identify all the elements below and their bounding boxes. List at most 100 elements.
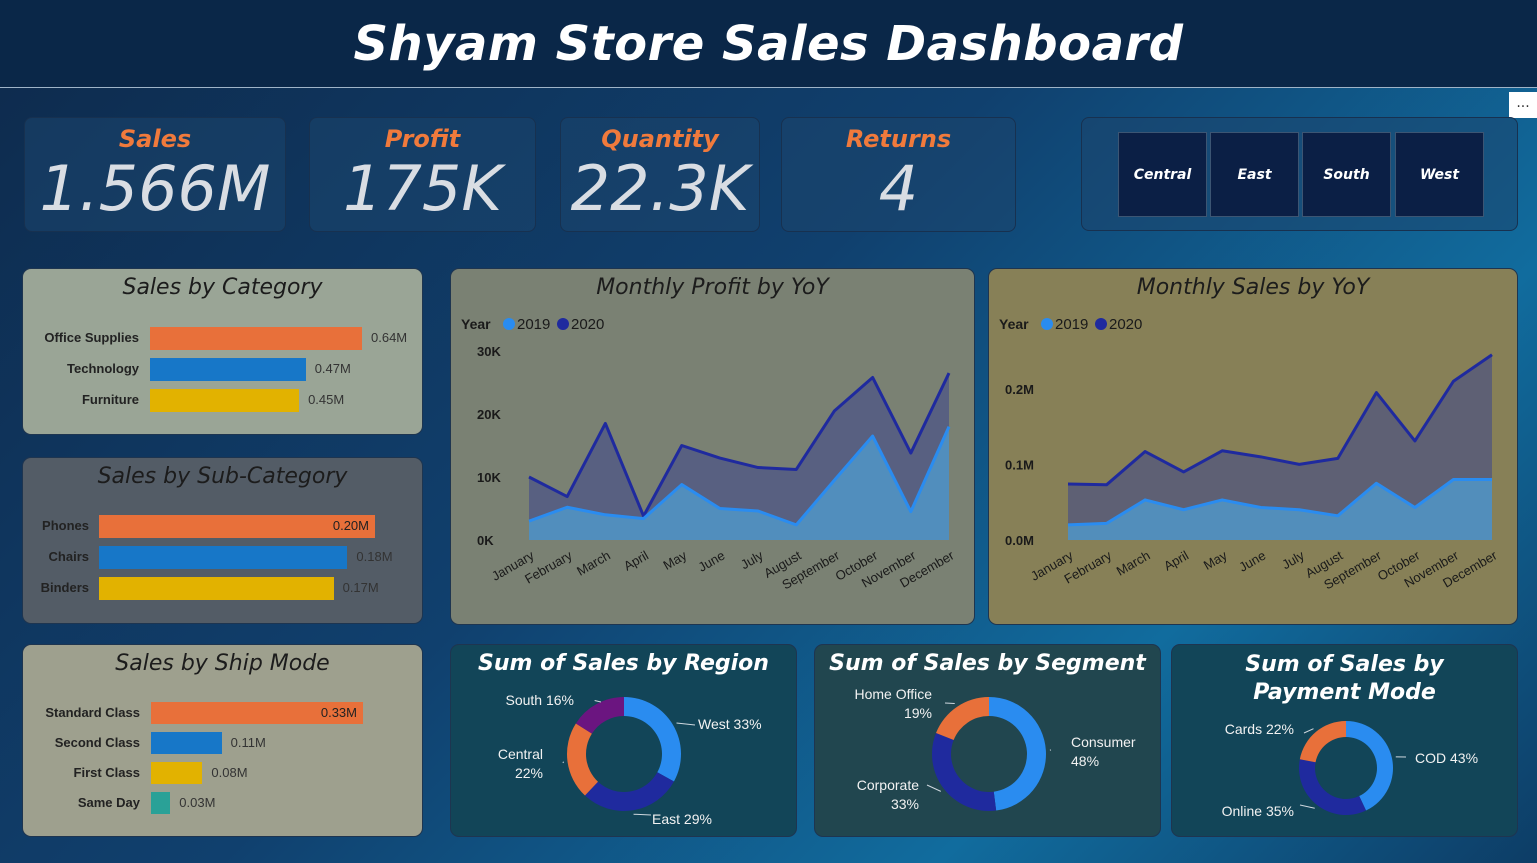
sales-by-segment-panel: Sum of Sales by Segment Consumer 48% Corpo… <box>814 644 1161 837</box>
y-tick-label: 0.0M <box>1005 533 1034 548</box>
y-tick-label: 0.2M <box>1005 382 1034 397</box>
monthly-sales-area-chart: Year 2019 20200.0M0.1M0.2MJanuaryFebruary M… <box>999 316 1500 592</box>
kpi-card-sales: Sales 1.566M <box>24 117 286 232</box>
donut-slice-label: Corporate <box>857 777 919 793</box>
kpi-label: Sales <box>118 125 192 153</box>
donut-slice-label: Central <box>498 746 543 762</box>
kpi-card-returns: Returns 4 <box>781 117 1016 232</box>
legend-marker <box>1041 318 1053 330</box>
leader-line <box>676 722 696 726</box>
donut-slice-central <box>567 723 598 796</box>
bar[interactable] <box>150 327 362 350</box>
bar-category-label: Standard Class <box>45 705 140 720</box>
bar[interactable] <box>99 577 334 600</box>
bar-value-label: 0.45M <box>308 392 345 407</box>
donut-slice-west <box>624 697 681 782</box>
legend-marker <box>1095 318 1107 330</box>
monthly-sales-panel: Monthly Sales by YoY Year 2019 2020 0.0M 0.1… <box>988 268 1518 625</box>
monthly-profit-area-chart: Year 2019 20200K10K20K30KJanuaryFebruary Ma… <box>461 316 957 592</box>
legend-item-label: 2019 <box>517 316 550 333</box>
y-tick-label: 30K <box>477 344 501 359</box>
x-tick-label: May <box>1201 547 1230 573</box>
donut-slice-label: 33% <box>891 796 919 812</box>
legend-item-label: 2020 <box>571 316 604 333</box>
legend-title: Year <box>999 316 1029 332</box>
monthly-profit-panel: Monthly Profit by YoY Year 2019 2020 0K 10K 2… <box>450 268 975 625</box>
slicer-button-west[interactable]: West <box>1395 132 1484 217</box>
bar-value-label: 0.11M <box>230 735 266 750</box>
dashboard-title: Shyam Store Sales Dashboard <box>353 15 1184 72</box>
bar-category-label: Chairs <box>48 549 89 564</box>
donut-slice-label: West 33% <box>698 716 762 732</box>
x-tick-label: June <box>1236 548 1268 575</box>
donut-slice-corporate <box>932 733 997 811</box>
kpi-label: Quantity <box>601 125 719 153</box>
y-tick-label: 10K <box>477 470 501 485</box>
bar-category-label: Binders <box>40 580 89 595</box>
legend-marker <box>557 318 569 330</box>
bar-value-label: 0.47M <box>314 361 351 376</box>
x-tick-label: April <box>621 548 651 574</box>
sales-by-subcategory-panel: Sales by Sub-Category Phones 0.20M Chairs 0… <box>22 457 423 624</box>
bar-category-label: Second Class <box>54 735 140 750</box>
donut-slice-label: Cards 22% <box>1225 721 1294 737</box>
donut-slice-cards <box>1299 721 1346 763</box>
panel-title: Sales by Ship Mode <box>115 651 330 676</box>
kpi-card-quantity: Quantity 22.3K <box>560 117 760 232</box>
kpi-label: Profit <box>384 125 461 153</box>
donut-slice-label: 19% <box>904 705 932 721</box>
bar-category-label: First Class <box>73 765 140 780</box>
bar-category-label: Office Supplies <box>44 330 139 345</box>
donut-slice-home-office <box>936 697 989 741</box>
donut-slice-label: Home Office <box>854 686 932 702</box>
kpi-value: 1.566M <box>39 152 271 225</box>
bar[interactable] <box>150 389 300 412</box>
bar-value-label: 0.20M <box>332 518 369 533</box>
leader-line <box>633 813 652 816</box>
sales-by-category-panel: Sales by Category Office Supplies 0.64M Te… <box>22 268 423 435</box>
bar[interactable] <box>151 762 203 784</box>
legend-title: Year <box>461 316 491 332</box>
bar-value-label: 0.18M <box>356 549 393 564</box>
donut-slice-label: Online 35% <box>1222 803 1294 819</box>
bar[interactable] <box>99 546 348 569</box>
donut-slice-label: Consumer <box>1071 734 1136 750</box>
kpi-label: Returns <box>845 125 952 153</box>
sales-by-ship-mode-panel: Sales by Ship Mode Standard Class 0.33M Se… <box>22 644 423 837</box>
bar-value-label: 0.08M <box>211 765 248 780</box>
donut-slice-label: 48% <box>1071 753 1099 769</box>
dashboard-header: Shyam Store Sales Dashboard <box>0 0 1537 88</box>
legend-item-label: 2020 <box>1109 316 1142 333</box>
panel-title: Sales by Category <box>122 275 323 300</box>
slicer-button-central[interactable]: Central <box>1118 132 1207 217</box>
donut-slice-label: South 16% <box>506 692 575 708</box>
y-tick-label: 20K <box>477 407 501 422</box>
leader-line <box>1299 804 1315 809</box>
bar[interactable] <box>151 732 222 754</box>
payment-donut-chart: COD 43% Online 35% Cards 22% <box>1222 721 1478 819</box>
y-tick-label: 0K <box>477 533 494 548</box>
bar-category-label: Technology <box>67 361 139 376</box>
leader-line <box>594 700 602 703</box>
slicer-button-south[interactable]: South <box>1302 132 1391 217</box>
bar-category-label: Furniture <box>81 392 139 407</box>
donut-slice-label: East 29% <box>652 811 712 827</box>
legend-item-label: 2019 <box>1055 316 1088 333</box>
kpi-card-profit: Profit 175K <box>309 117 536 232</box>
bar-value-label: 0.64M <box>371 330 408 345</box>
bar[interactable] <box>151 792 171 814</box>
donut-slice-label: 22% <box>515 765 543 781</box>
donut-slice-east <box>584 772 674 811</box>
sales-by-payment-panel: Sum of Sales by Payment Mode COD 43% Onli… <box>1171 644 1518 837</box>
region-slicer: Central East South West <box>1081 117 1518 231</box>
sales-by-region-panel: Sum of Sales by Region West 33% East 29% C… <box>450 644 797 837</box>
more-options-icon[interactable]: ... <box>1509 92 1537 118</box>
x-tick-label: March <box>1114 548 1153 579</box>
bar[interactable] <box>150 358 306 381</box>
bar-category-label: Same Day <box>77 795 140 810</box>
bar-value-label: 0.33M <box>320 705 357 720</box>
x-tick-label: March <box>574 548 613 579</box>
kpi-value: 22.3K <box>570 152 750 225</box>
slicer-button-east[interactable]: East <box>1210 132 1299 217</box>
x-tick-label: May <box>660 547 689 573</box>
